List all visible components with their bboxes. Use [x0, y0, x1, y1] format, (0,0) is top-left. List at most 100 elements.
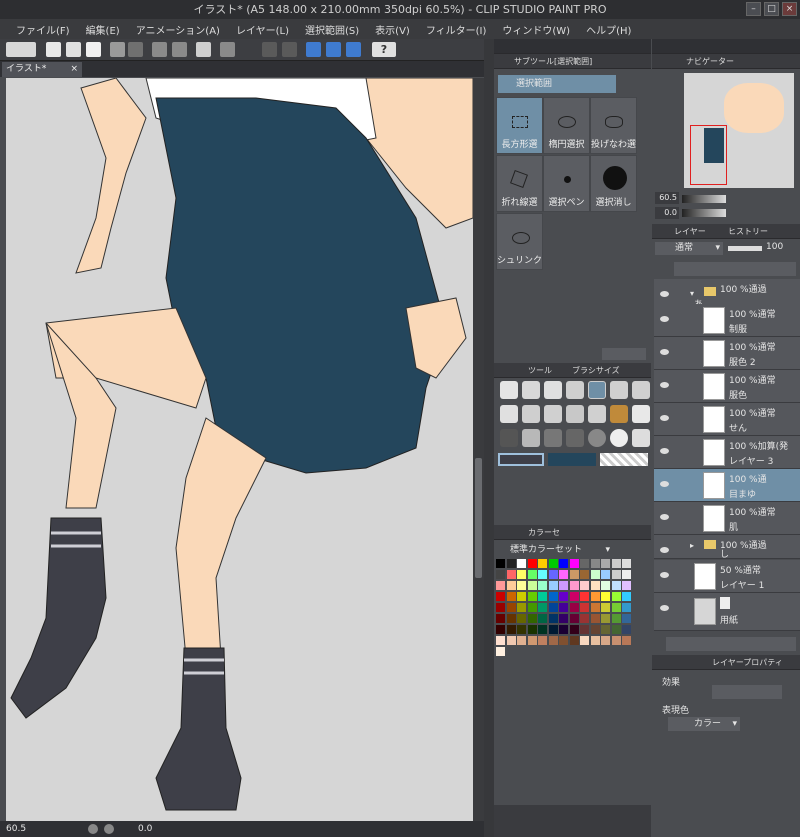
text-icon[interactable]: [610, 429, 628, 447]
color-swatch[interactable]: [569, 603, 579, 612]
color-swatch[interactable]: [601, 570, 610, 579]
tab-illustration[interactable]: イラスト* ×: [2, 62, 82, 77]
color-swatch[interactable]: [611, 625, 621, 634]
color-swatch[interactable]: [496, 614, 505, 623]
ruler-snap-icon[interactable]: [306, 42, 321, 57]
move-layer-icon[interactable]: [566, 381, 584, 399]
color-swatch[interactable]: [569, 592, 579, 601]
fill-icon[interactable]: [196, 42, 211, 57]
color-swatch[interactable]: [517, 581, 526, 590]
transparent-color-swatch[interactable]: [600, 453, 648, 466]
close-button[interactable]: ×: [782, 2, 797, 16]
color-swatch[interactable]: [590, 581, 600, 590]
effect-buttons[interactable]: [712, 685, 782, 699]
eyedropper-icon[interactable]: [632, 381, 650, 399]
color-swatch[interactable]: [601, 625, 610, 634]
color-swatch[interactable]: [559, 570, 568, 579]
color-swatch[interactable]: [569, 581, 579, 590]
color-swatch[interactable]: [527, 570, 537, 579]
eye-icon[interactable]: [660, 572, 669, 578]
color-swatch[interactable]: [569, 636, 579, 645]
color-swatch[interactable]: [559, 625, 568, 634]
correction-icon[interactable]: [632, 429, 650, 447]
folder-expand-icon[interactable]: ▸: [690, 541, 694, 550]
eye-icon[interactable]: [660, 448, 669, 454]
tool-select-eraser[interactable]: 選択消し: [590, 155, 637, 212]
color-swatch[interactable]: [517, 603, 526, 612]
color-swatch[interactable]: [527, 625, 537, 634]
grid-snap-icon[interactable]: [346, 42, 361, 57]
color-swatch[interactable]: [559, 592, 568, 601]
color-swatch[interactable]: [580, 581, 589, 590]
color-swatch[interactable]: [506, 570, 516, 579]
color-swatch[interactable]: [580, 592, 589, 601]
opacity-slider[interactable]: [728, 246, 762, 251]
color-swatch[interactable]: [601, 636, 610, 645]
color-swatch[interactable]: [559, 603, 568, 612]
color-swatch[interactable]: [601, 614, 610, 623]
scroll-thumb[interactable]: [475, 458, 482, 578]
color-swatch[interactable]: [506, 625, 516, 634]
menu-window[interactable]: ウィンドウ(W): [494, 22, 578, 37]
panel-divider[interactable]: [484, 39, 494, 837]
navigator-zoom[interactable]: 60.5: [655, 192, 679, 204]
color-swatch[interactable]: [548, 614, 558, 623]
angle-value[interactable]: 0.0: [138, 821, 152, 837]
zoom-value[interactable]: 60.5: [6, 821, 26, 837]
layerprop-tab[interactable]: レイヤープロパティ: [712, 655, 783, 670]
tab-close-icon[interactable]: ×: [70, 62, 78, 77]
auto-select-icon[interactable]: [610, 381, 628, 399]
color-swatch[interactable]: [506, 636, 516, 645]
color-swatch[interactable]: [527, 592, 537, 601]
layer-lines[interactable]: 100 %通常 せん: [654, 403, 800, 436]
menu-help[interactable]: ヘルプ(H): [578, 22, 639, 37]
tool-tab[interactable]: ツール: [528, 363, 552, 378]
layer-footer-toolbar[interactable]: [666, 637, 796, 651]
color-swatch[interactable]: [506, 603, 516, 612]
color-swatch[interactable]: [590, 559, 600, 568]
crop-icon[interactable]: [262, 42, 277, 57]
color-swatch[interactable]: [496, 581, 505, 590]
tool-ellipse-select[interactable]: 楕円選択: [543, 97, 590, 154]
color-swatch[interactable]: [538, 614, 547, 623]
layer-3[interactable]: 100 %加算(発 レイヤー 3: [654, 436, 800, 469]
layer-skin[interactable]: 100 %通常 肌: [654, 502, 800, 535]
color-swatch[interactable]: [622, 614, 631, 623]
gradient-icon[interactable]: [522, 429, 540, 447]
color-swatch[interactable]: [517, 559, 526, 568]
zoom-tool-icon[interactable]: [500, 381, 518, 399]
color-swatch[interactable]: [506, 614, 516, 623]
color-swatch[interactable]: [580, 636, 589, 645]
color-swatch[interactable]: [611, 559, 621, 568]
navigator-tab[interactable]: ナビゲーター: [686, 54, 734, 69]
special-ruler-icon[interactable]: [326, 42, 341, 57]
menu-view[interactable]: 表示(V): [367, 22, 418, 37]
fill-tool-icon[interactable]: [500, 429, 518, 447]
color-swatch[interactable]: [538, 636, 547, 645]
color-swatch[interactable]: [611, 592, 621, 601]
color-swatch[interactable]: [548, 581, 558, 590]
subtool-tab[interactable]: サブツール[選択範囲]: [514, 54, 592, 69]
color-swatch[interactable]: [506, 581, 516, 590]
eraser-icon[interactable]: [588, 405, 606, 423]
color-swatch[interactable]: [601, 559, 610, 568]
zoom-in-icon[interactable]: [104, 824, 114, 834]
ruler-icon[interactable]: [588, 429, 606, 447]
decoration-icon[interactable]: [610, 405, 628, 423]
tool-polyline-select[interactable]: 折れ線選: [496, 155, 543, 212]
color-swatch[interactable]: [569, 614, 579, 623]
blend-tool-icon[interactable]: [632, 405, 650, 423]
color-swatch[interactable]: [622, 592, 631, 601]
color-swatch[interactable]: [601, 603, 610, 612]
color-swatch[interactable]: [538, 603, 547, 612]
color-swatch[interactable]: [590, 603, 600, 612]
color-swatch[interactable]: [548, 603, 558, 612]
color-swatch[interactable]: [569, 570, 579, 579]
color-swatch[interactable]: [559, 581, 568, 590]
color-swatch[interactable]: [506, 559, 516, 568]
brush-tool-icon[interactable]: [544, 405, 562, 423]
airbrush-icon[interactable]: [566, 405, 584, 423]
color-swatch[interactable]: [506, 592, 516, 601]
layer-clothes-color[interactable]: 100 %通常 服色: [654, 370, 800, 403]
eye-icon[interactable]: [660, 291, 669, 297]
